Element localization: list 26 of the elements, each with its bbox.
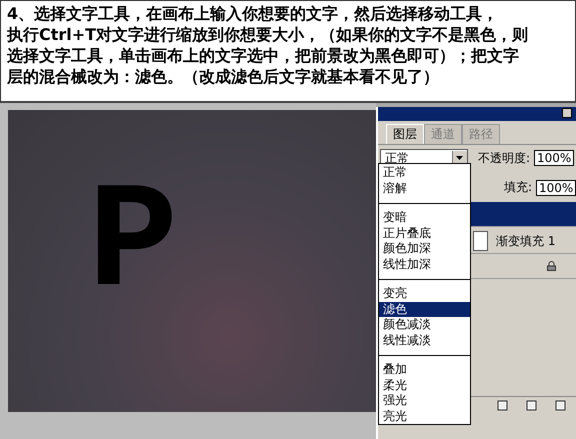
blend-mode-option[interactable]: 颜色减淡 [379,317,470,332]
lock-icon [547,261,556,271]
opacity-field[interactable]: 100% [534,150,574,166]
blend-mode-option[interactable]: 变暗 [379,210,470,226]
blend-mode-option[interactable]: 叠加 [379,362,470,378]
blend-mode-option[interactable]: 正常 [379,165,470,180]
instruction-text: 执行Ctrl+T对文字进行缩放到你想要大小，（如果你的文字不是黑色，则 [7,24,530,45]
blend-mode-option[interactable]: 溶解 [379,180,470,196]
opacity-label: 不透明度: [478,150,530,166]
blend-mode-option[interactable]: 滤色 [379,302,470,317]
blend-mode-option[interactable]: 柔光 [379,378,470,393]
fill-field[interactable]: 100% [536,180,576,196]
instruction-text: 4、选择文字工具，在画布上输入你想要的文字，然后选择移动工具， [7,3,500,24]
blend-mode-option[interactable]: 强光 [379,393,470,408]
instruction-text: 选择文字工具，单击画布上的文字选中，把前景改为黑色即可）；把文字 [7,45,520,66]
blend-mode-option[interactable]: 亮光 [379,408,470,424]
fill-label: 填充: [504,179,532,196]
blend-mode-option[interactable]: 变亮 [379,286,470,302]
canvas-letter: P [88,180,178,310]
instruction-text: 层的混合械改为：滤色。（改成滤色后文字就基本看不见了） [7,66,440,87]
minimize-button[interactable] [562,108,572,118]
blend-mode-option[interactable]: 线性减淡 [379,332,470,348]
panel-tab[interactable]: 图层 [386,124,424,144]
blend-mode-option[interactable]: 线性加深 [379,256,470,272]
blend-mode-option[interactable]: 颜色加深 [379,241,470,256]
layer-thumbnail [473,231,488,251]
